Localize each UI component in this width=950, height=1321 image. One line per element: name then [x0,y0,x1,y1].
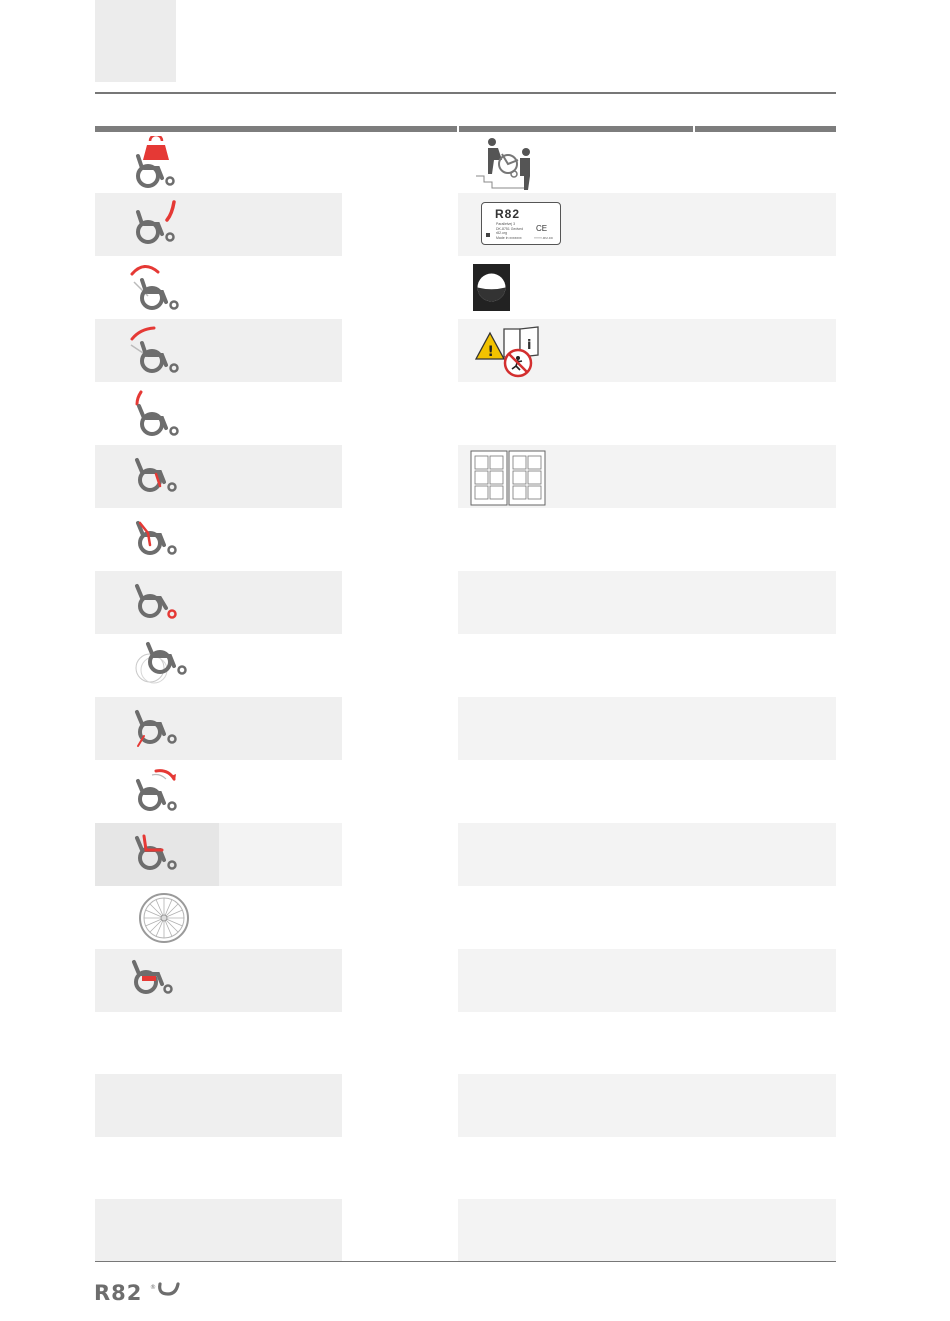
warning-manual-icon: i ! [474,326,539,378]
wheelchair-footrest-icon [135,710,177,747]
table-row [458,1199,836,1262]
footer-rule [95,1261,836,1262]
user-manual-pages-icon [470,450,546,506]
wheelchair-tilt-in-space-icon [136,769,177,811]
table-header-bar-left [95,126,457,132]
wheelchair-backrest-recline-icon [130,326,179,373]
table-row [458,823,836,886]
wheelchair-wheel-position-icon [135,642,187,684]
svg-text:®: ® [150,1284,156,1291]
svg-text:i: i [527,338,531,353]
svg-text:R82: R82 [94,1281,142,1304]
chapter-tab [95,0,176,82]
r82-logo: R82 ® [94,1281,180,1304]
table-header-bar-right [695,126,836,132]
table-row [458,697,836,760]
header-rule [95,92,836,94]
wheelchair-seat-depth-icon [135,458,177,492]
product-label-code: YYYY-MM-DD [534,236,554,240]
svg-text:!: ! [488,344,494,360]
manufacturer-icon [486,233,490,237]
table-row [219,823,342,886]
wheelchair-front-castor-icon [135,584,177,619]
wheelchair-weight-icon [136,136,175,188]
table-row [458,1074,836,1137]
spoked-wheel-icon [139,893,189,943]
table-row [458,571,836,634]
table-header-bar-middle [459,126,693,132]
wheelchair-armrest-icon [136,521,177,555]
wheelchair-brake-icon [132,960,173,994]
product-label-icon: R82 Parallelvej 3 DK-8751 Gedved r82.org… [481,202,561,245]
table-row [95,1074,342,1137]
carrying-on-stairs-icon [476,138,530,190]
wheelchair-backrest-tilt-icon [130,265,179,310]
table-row [95,1199,342,1262]
wheelchair-seat-icon [135,834,177,870]
product-label-brand: R82 [495,207,521,221]
wheelchair-backrest-height-icon [135,390,179,436]
table-row [458,949,836,1012]
product-label-address: Parallelvej 3 DK-8751 Gedved r82.org Mad… [496,222,524,240]
wheelchair-push-handle-icon [136,200,176,244]
washing-symbol-icon [473,264,510,311]
ce-mark: CE [536,224,548,233]
